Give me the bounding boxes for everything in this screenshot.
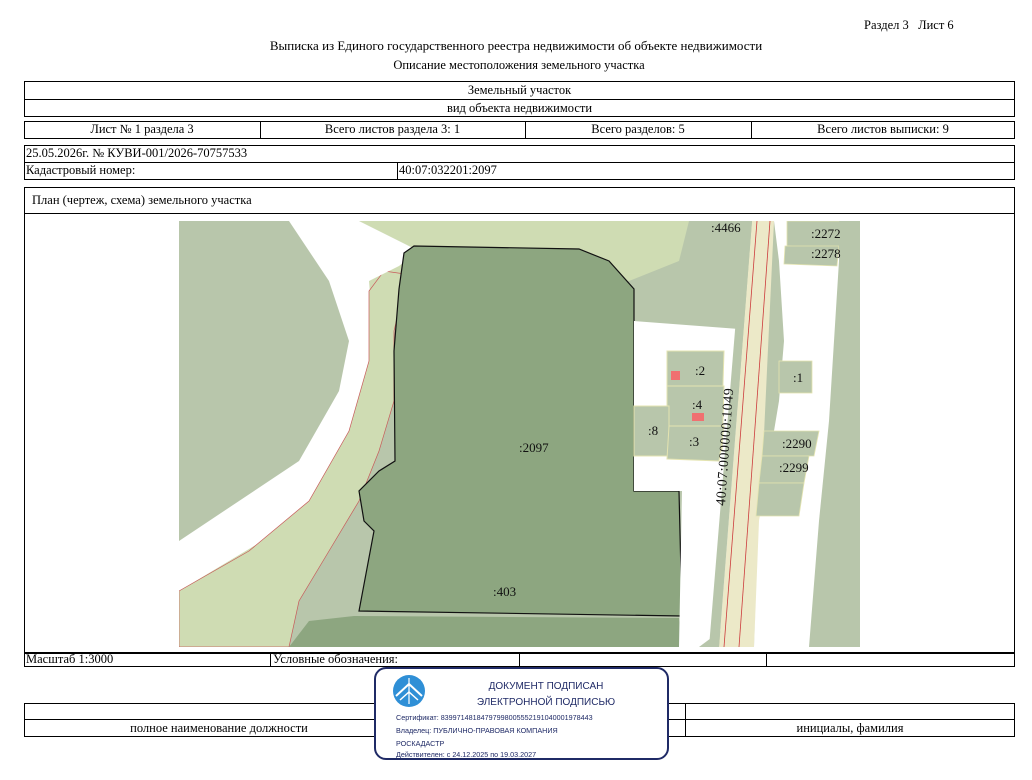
cadastral-map: :2097 :403 :4466 :2272 :2278 :2 :1 :4 :8… [179, 221, 860, 647]
map-label-4466: :4466 [711, 221, 741, 235]
map-label-2290: :2290 [782, 436, 812, 451]
stamp-line-2: ЭЛЕКТРОННОЙ ПОДПИСЬЮ [476, 697, 616, 708]
stamp-validity: Действителен: с 24.12.2025 по 19.03.2027 [396, 750, 537, 759]
map-label-2: :2 [695, 363, 705, 378]
cadastral-label: Кадастровый номер: [26, 163, 136, 177]
object-type: Земельный участок [467, 83, 572, 97]
object-type-caption: вид объекта недвижимости [446, 101, 593, 115]
map-label-2278: :2278 [811, 246, 841, 261]
sheet-number: Лист № 1 раздела 3 [90, 122, 194, 136]
map-label-8: :8 [648, 423, 658, 438]
electronic-signature-stamp: ДОКУМЕНТ ПОДПИСАН ЭЛЕКТРОННОЙ ПОДПИСЬЮ С… [374, 667, 669, 760]
total-sections: Всего разделов: 5 [591, 122, 685, 136]
document-subtitle: Описание местоположения земельного участ… [393, 58, 645, 72]
map-label-403: :403 [493, 584, 516, 599]
scale-label: Масштаб 1:3000 [26, 652, 114, 666]
stamp-certificate: Сертификат: 8399714818479799800555219104… [396, 713, 593, 722]
date-number: 25.05.2026г. № КУВИ-001/2026-70757533 [26, 146, 248, 160]
cadastral-number: 40:07:032201:2097 [399, 163, 497, 177]
section-sheet-label: Раздел 3 Лист 6 [864, 18, 954, 32]
legend-divider-2 [766, 653, 767, 667]
document-info-divider [24, 162, 1015, 163]
scale-divider [270, 653, 271, 667]
plan-heading-divider [24, 213, 1015, 214]
map-label-main: :2097 [519, 440, 549, 455]
stamp-owner: Владелец: ПУБЛИЧНО-ПРАВОВАЯ КОМПАНИЯ [396, 726, 558, 735]
total-sheets-section: Всего листов раздела 3: 1 [324, 122, 461, 136]
map-label-2299: :2299 [779, 460, 809, 475]
map-label-1: :1 [793, 370, 803, 385]
stamp-owner-2: РОСКАДАСТР [396, 739, 445, 748]
map-label-3: :3 [689, 434, 699, 449]
legend-label: Условные обозначения: [273, 652, 399, 666]
total-sheets-extract: Всего листов выписки: 9 [817, 122, 949, 136]
plan-heading: План (чертеж, схема) земельного участка [32, 193, 252, 207]
stamp-line-1: ДОКУМЕНТ ПОДПИСАН [488, 681, 604, 692]
initials-caption: инициалы, фамилия [796, 721, 904, 735]
document-title: Выписка из Единого государственного реес… [269, 38, 763, 53]
map-label-2272: :2272 [811, 226, 841, 241]
map-label-4: :4 [692, 397, 703, 412]
cadastral-divider [397, 162, 398, 180]
object-type-divider [24, 99, 1015, 100]
rosreestr-logo-icon [393, 675, 425, 707]
legend-divider-1 [519, 653, 520, 667]
position-caption: полное наименование должности [130, 721, 308, 735]
